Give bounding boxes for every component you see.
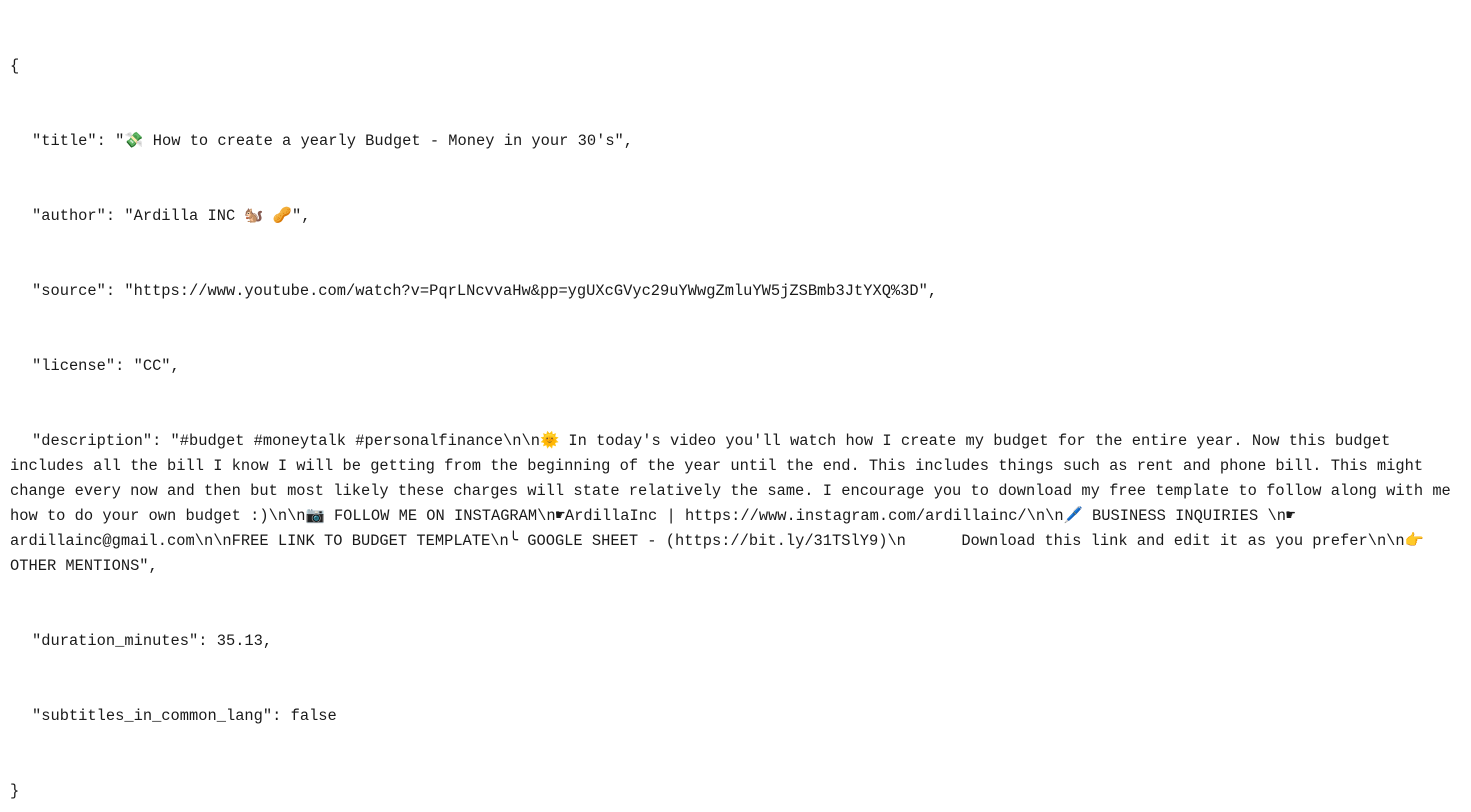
json-field-description: "description": "#budget #moneytalk #pers… [10, 429, 1465, 579]
json-open-brace: { [10, 57, 20, 75]
json-field-duration: "duration_minutes": 35.13, [32, 632, 273, 650]
json-field-title: "title": "💸 How to create a yearly Budge… [32, 132, 634, 150]
json-document: { "title": "💸 How to create a yearly Bud… [10, 4, 1465, 812]
json-field-description-text: "description": "#budget #moneytalk #pers… [10, 432, 1461, 575]
json-field-subtitles: "subtitles_in_common_lang": false [32, 707, 337, 725]
json-field-license: "license": "CC", [32, 357, 180, 375]
json-close-brace: } [10, 782, 20, 800]
json-field-source: "source": "https://www.youtube.com/watch… [32, 282, 938, 300]
json-field-author: "author": "Ardilla INC 🐿️ 🥜", [32, 207, 311, 225]
